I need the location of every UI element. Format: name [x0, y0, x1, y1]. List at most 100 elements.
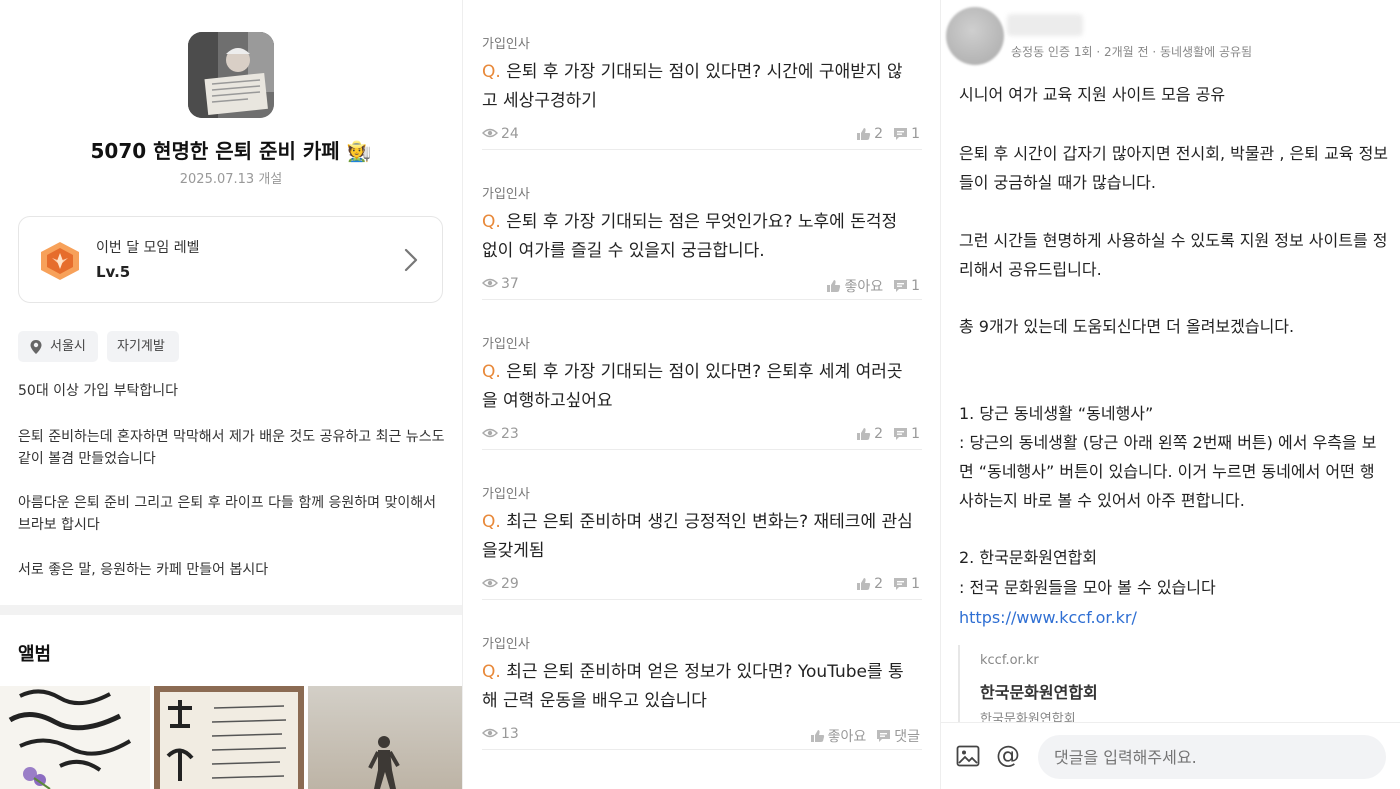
post-views: 24 [482, 126, 519, 142]
question-mark-label: Q. [482, 62, 501, 82]
album-photo-image [308, 686, 462, 789]
post-category: 가입인사 [482, 487, 530, 502]
post-item[interactable]: 가입인사 Q. 은퇴 후 가장 기대되는 점은 무엇인가요? 노후에 돈걱정 없… [482, 150, 922, 300]
like-count: 좋아요 [827, 729, 867, 745]
post-views: 23 [482, 426, 519, 442]
post-item[interactable]: 가입인사 Q. 은퇴 후 가장 기대되는 점이 있다면? 시간에 구애받지 않고… [482, 0, 922, 150]
post-question-text: 은퇴 후 가장 기대되는 점이 있다면? 은퇴후 세계 여러곳을 여행하고싶어요 [482, 362, 903, 411]
post-question: Q. 최근 은퇴 준비하며 얻은 정보가 있다면? YouTube를 통해 근력… [482, 658, 914, 716]
question-mark-label: Q. [482, 212, 501, 232]
like-button[interactable]: 좋아요 [810, 726, 867, 746]
level-badge-icon [41, 242, 79, 280]
post-category: 가입인사 [482, 187, 530, 202]
level-card[interactable]: 이번 달 모임 레벨 Lv.5 [18, 216, 443, 303]
album-photo-calligraphy[interactable] [0, 686, 150, 789]
post-reactions: 2 1 [856, 576, 920, 592]
comment-bar: @ [941, 722, 1400, 789]
post-question: Q. 은퇴 후 가장 기대되는 점은 무엇인가요? 노후에 돈걱정 없이 여가를… [482, 208, 914, 266]
post-views: 37 [482, 276, 519, 292]
view-count: 37 [501, 276, 519, 292]
category-tag-label: 자기계발 [117, 339, 165, 354]
album-photo-walker[interactable] [308, 686, 462, 789]
album-title: 앨범 [18, 644, 52, 665]
description-paragraph: 은퇴 준비하는데 혼자하면 막막해서 제가 배운 것도 공유하고 최근 뉴스도 … [18, 429, 445, 467]
location-tag-label: 서울시 [50, 339, 86, 354]
comment-icon [877, 730, 891, 742]
external-link[interactable]: https://www.kccf.or.kr/ [959, 603, 1389, 632]
comment-count: 1 [911, 278, 920, 294]
post-list-panel: 가입인사 Q. 은퇴 후 가장 기대되는 점이 있다면? 시간에 구애받지 않고… [462, 0, 940, 789]
article-title: 시니어 여가 교육 지원 사이트 모음 공유 [959, 85, 1226, 104]
cafe-thumbnail[interactable] [188, 32, 274, 118]
author-name-blurred [1007, 14, 1083, 36]
post-item[interactable]: 가입인사 Q. 은퇴 후 가장 기대되는 점이 있다면? 은퇴후 세계 여러곳을… [482, 300, 922, 450]
like-button[interactable]: 2 [856, 126, 883, 142]
comment-button[interactable]: 1 [893, 426, 920, 442]
eye-icon [482, 728, 498, 738]
level-value: Lv.5 [96, 263, 131, 281]
list-item-body: : 전국 문화원들을 모아 볼 수 있습니다 [959, 578, 1216, 597]
mention-icon[interactable]: @ [996, 741, 1020, 769]
comment-count: 1 [911, 576, 920, 592]
chevron-right-icon [404, 248, 418, 272]
article-paragraph: 총 9개가 있는데 도움되신다면 더 올려보겠습니다. [959, 317, 1295, 336]
article-paragraph: 은퇴 후 시간이 갑자기 많아지면 전시회, 박물관 , 은퇴 교육 정보들이 … [959, 144, 1389, 192]
post-reactions: 좋아요 댓글 [810, 726, 920, 746]
description-paragraph: 아름다운 은퇴 준비 그리고 은퇴 후 라이프 다들 함께 응원하며 맞이해서 … [18, 495, 437, 533]
link-preview-domain: kccf.or.kr [980, 653, 1039, 668]
comment-button[interactable]: 1 [893, 126, 920, 142]
image-attach-icon[interactable] [956, 745, 980, 767]
post-category: 가입인사 [482, 637, 530, 652]
thumbs-up-icon [857, 128, 871, 140]
like-button[interactable]: 2 [856, 576, 883, 592]
post-item[interactable]: 가입인사 Q. 최근 은퇴 준비하며 얻은 정보가 있다면? YouTube를 … [482, 600, 922, 750]
eye-icon [482, 428, 498, 438]
article-panel: 송정동 인증 1회 · 2개월 전 · 동네생활에 공유됨 시니어 여가 교육 … [940, 0, 1400, 789]
eye-icon [482, 128, 498, 138]
view-count: 23 [501, 426, 519, 442]
like-button[interactable]: 좋아요 [826, 276, 883, 296]
author-avatar[interactable] [946, 7, 1004, 65]
description-line: 50대 이상 가입 부탁합니다 [18, 383, 178, 399]
like-count: 2 [874, 576, 884, 592]
question-mark-label: Q. [482, 662, 501, 682]
post-reactions: 2 1 [856, 126, 920, 142]
cafe-thumbnail-image [188, 32, 274, 118]
view-count: 13 [501, 726, 519, 742]
comment-count: 1 [911, 426, 920, 442]
thumbs-up-icon [857, 578, 871, 590]
location-pin-icon [30, 340, 42, 354]
album-photo-image [154, 686, 304, 789]
post-question: Q. 은퇴 후 가장 기대되는 점이 있다면? 시간에 구애받지 않고 세상구경… [482, 58, 914, 116]
post-question-text: 최근 은퇴 준비하며 얻은 정보가 있다면? YouTube를 통해 근력 운동… [482, 662, 904, 711]
list-item-body: : 당근의 동네생활 (당근 아래 왼쪽 2번째 버튼) 에서 우측을 보면 “… [959, 433, 1377, 510]
link-preview-title: 한국문화원연합회 [980, 683, 1098, 702]
list-item-title: 2. 한국문화원연합회 [959, 548, 1098, 567]
thumbs-up-icon [810, 730, 824, 742]
post-question-text: 은퇴 후 가장 기대되는 점은 무엇인가요? 노후에 돈걱정 없이 여가를 즐길… [482, 212, 898, 261]
comment-button[interactable]: 1 [893, 576, 920, 592]
comment-input[interactable] [1038, 735, 1386, 779]
eye-icon [482, 278, 498, 288]
comment-button[interactable]: 1 [893, 278, 920, 294]
comment-icon [894, 128, 908, 140]
comment-count: 댓글 [894, 729, 920, 745]
post-question: Q. 은퇴 후 가장 기대되는 점이 있다면? 은퇴후 세계 여러곳을 여행하고… [482, 358, 914, 416]
post-views: 29 [482, 576, 519, 592]
question-mark-label: Q. [482, 362, 501, 382]
eye-icon [482, 578, 498, 588]
album-photo-letter[interactable] [154, 686, 304, 789]
author-meta: 송정동 인증 1회 · 2개월 전 · 동네생활에 공유됨 [1011, 45, 1253, 59]
category-tag[interactable]: 자기계발 [107, 331, 179, 362]
description-line: 서로 좋은 말, 응원하는 카페 만들어 봅시다 [18, 562, 269, 578]
comment-icon [894, 428, 908, 440]
location-tag[interactable]: 서울시 [18, 331, 98, 362]
comment-button[interactable]: 댓글 [876, 726, 920, 746]
comment-icon [894, 578, 908, 590]
comment-count: 1 [911, 126, 920, 142]
post-item[interactable]: 가입인사 Q. 최근 은퇴 준비하며 생긴 긍정적인 변화는? 재테크에 관심을… [482, 450, 922, 600]
album-photo-image [0, 686, 150, 789]
thumbs-up-icon [857, 428, 871, 440]
like-button[interactable]: 2 [856, 426, 883, 442]
link-preview-card[interactable]: kccf.or.kr 한국문화원연합회 한국문화원연합회 [958, 645, 1378, 727]
